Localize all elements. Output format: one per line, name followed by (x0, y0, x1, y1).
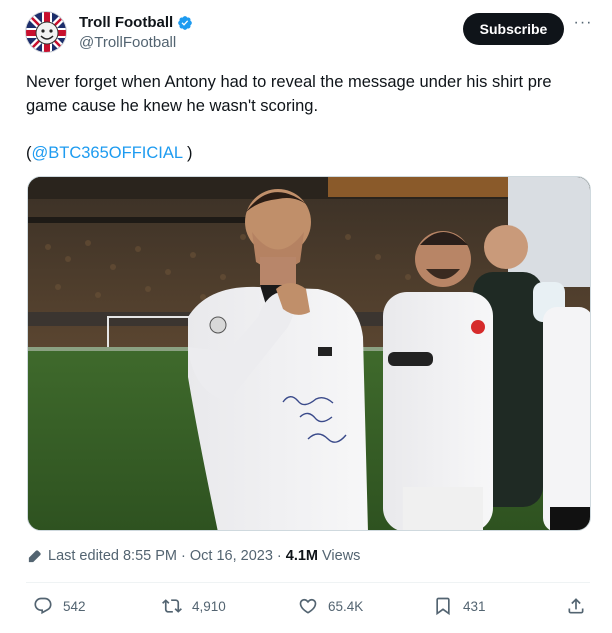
author-handle[interactable]: @TrollFootball (79, 34, 176, 51)
share-icon (568, 598, 584, 614)
more-options-icon[interactable]: ··· (572, 14, 594, 36)
author-display-name[interactable]: Troll Football (79, 14, 173, 31)
reply-icon (34, 597, 52, 615)
bookmark-icon (436, 597, 450, 616)
repost-button[interactable]: 4,910 (162, 596, 226, 616)
reply-button[interactable]: 542 (33, 596, 86, 616)
repost-count: 4,910 (192, 598, 226, 614)
like-button[interactable]: 65.4K (298, 596, 363, 616)
tweet-actions-bar: 542 4,910 65.4K 431 (0, 592, 612, 624)
tweet-header: Troll Football @TrollFootball Subscribe … (0, 0, 612, 64)
tweet-meta: Last edited 8:55 PM · Oct 16, 2023 · 4.1… (27, 548, 360, 564)
verified-badge-icon[interactable] (177, 15, 193, 31)
reply-count: 542 (63, 598, 86, 614)
edit-pencil-icon (28, 549, 41, 562)
mention-close-paren: ) (182, 144, 193, 162)
last-edited-label[interactable]: Last edited 8:55 PM · Oct 16, 2023 · (48, 548, 282, 564)
tweet-media-photo[interactable] (27, 176, 591, 531)
avatar[interactable] (25, 11, 67, 53)
divider (26, 582, 590, 583)
bookmark-count: 431 (463, 598, 486, 614)
tweet-text: Never forget when Antony had to reveal t… (26, 73, 552, 115)
author-name-row: Troll Football (79, 14, 193, 31)
views-count: 4.1M (285, 548, 318, 564)
mention-link[interactable]: @BTC365OFFICIAL (32, 144, 183, 162)
photo-illustration (28, 177, 590, 530)
heart-icon (299, 598, 317, 614)
repost-icon (162, 599, 182, 613)
like-count: 65.4K (328, 598, 364, 614)
bookmark-button[interactable]: 431 (433, 596, 486, 616)
tweet-mention-line: (@BTC365OFFICIAL ) (26, 141, 193, 165)
share-button[interactable] (566, 596, 596, 616)
views-label: Views (322, 548, 361, 564)
subscribe-button[interactable]: Subscribe (463, 13, 564, 45)
